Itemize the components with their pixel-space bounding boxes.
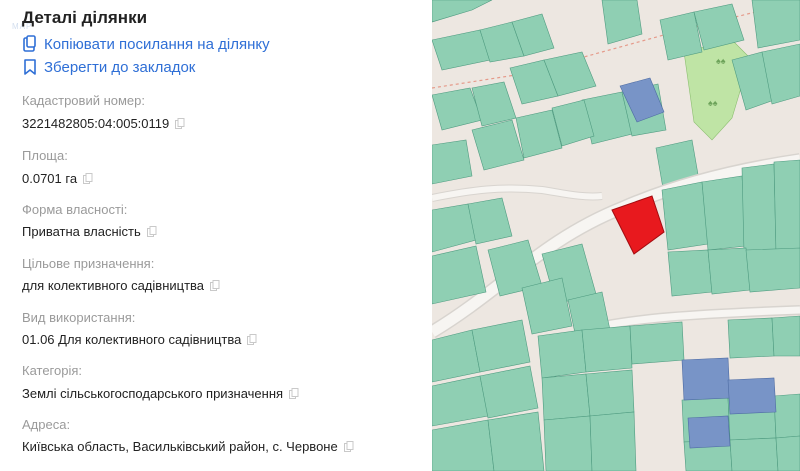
bookmark-button[interactable]: Зберегти до закладок: [22, 58, 195, 76]
copy-link-label: Копіювати посилання на ділянку: [44, 35, 270, 53]
purpose-label: Цільове призначення:: [22, 256, 155, 271]
usage-value: 01.06 Для колективного садівництва: [22, 332, 257, 347]
copy-icon[interactable]: [289, 388, 299, 399]
copy-icon[interactable]: [247, 334, 257, 345]
copy-icon[interactable]: [83, 173, 93, 184]
ownership-text: Приватна власність: [22, 224, 141, 239]
bookmark-icon: [22, 58, 38, 76]
ownership-label: Форма власності:: [22, 202, 128, 217]
area-label: Площа:: [22, 148, 68, 163]
address-label: Адреса:: [22, 417, 71, 432]
cadastral-number-text: 3221482805:04:005:0119: [22, 116, 170, 131]
category-text: Землі сільськогосподарського призначення: [22, 386, 284, 401]
panel-title: Деталі ділянки: [22, 8, 148, 27]
category-value: Землі сільськогосподарського призначення: [22, 386, 299, 401]
copy-icon[interactable]: [210, 280, 220, 291]
area-value: 0.0701 га: [22, 171, 93, 186]
cadastral-number-label: Кадастровий номер:: [22, 93, 145, 108]
address-value: Київська область, Васильківський район, …: [22, 439, 354, 454]
clipboard-icon: [22, 35, 38, 53]
bookmark-label: Зберегти до закладок: [44, 58, 196, 76]
tree-icon: ♠♠: [716, 56, 726, 66]
usage-text: 01.06 Для колективного садівництва: [22, 332, 242, 347]
parcel-details-panel: MAP Деталі ділянки Копіювати посилання н…: [0, 0, 432, 471]
purpose-value: для колективного садівництва: [22, 278, 220, 293]
tree-icon: ♠♠: [708, 98, 718, 108]
copy-icon[interactable]: [175, 118, 185, 129]
copy-link-button[interactable]: Копіювати посилання на ділянку: [22, 35, 270, 53]
cadastral-map[interactable]: ♠♠ ♠♠: [432, 0, 800, 471]
copy-icon[interactable]: [146, 226, 157, 237]
area-text: 0.0701 га: [22, 171, 78, 186]
usage-label: Вид використання:: [22, 310, 136, 325]
copy-icon[interactable]: [343, 441, 354, 452]
purpose-text: для колективного садівництва: [22, 278, 205, 293]
map-canvas[interactable]: ♠♠ ♠♠: [432, 0, 800, 471]
ownership-value: Приватна власність: [22, 224, 157, 239]
category-label: Категорія:: [22, 363, 83, 378]
address-text: Київська область, Васильківський район, …: [22, 439, 338, 454]
cadastral-number-value: 3221482805:04:005:0119: [22, 116, 185, 131]
